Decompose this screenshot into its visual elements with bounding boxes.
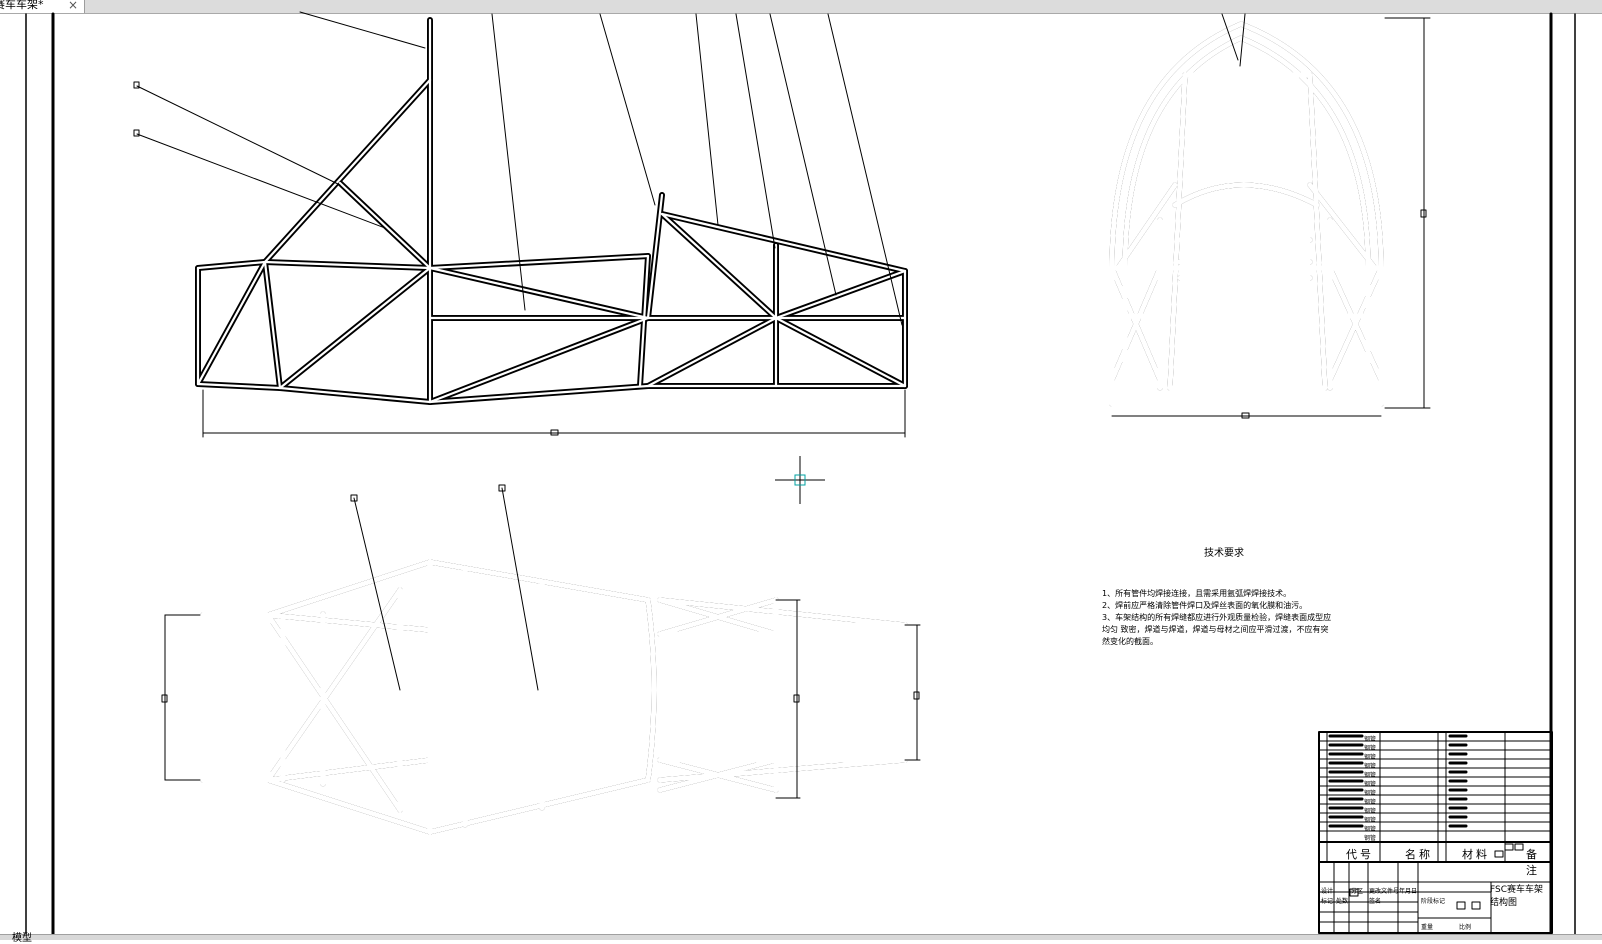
title-block: 代号 名称 材料 备注 FSC赛车车架结构图 钢管 钢管 钢管 钢管 钢管 钢管… (1319, 732, 1552, 933)
title-block-label: 重量 (1421, 924, 1434, 931)
header-remark: 备注 (1526, 848, 1540, 877)
title-block-label: 设计 (1321, 888, 1334, 895)
crosshair-cursor-icon (775, 456, 825, 504)
requirement-item: 1、所有管件均焊接连接，且需采用氩弧焊焊接技术。 (1102, 589, 1292, 598)
parts-row-material: 钢管 (1364, 736, 1377, 743)
requirement-item: 2、焊前应严格清除管件焊口及焊丝表面的氧化膜和油污。 (1102, 601, 1308, 610)
title-block-label: 标记 (1321, 898, 1334, 905)
header-name: 名称 (1405, 848, 1433, 861)
title-block-label: 处数 (1336, 898, 1349, 905)
requirement-item: 然变化的截面。 (1102, 637, 1158, 646)
parts-row-material: 钢管 (1364, 835, 1377, 842)
parts-row-material: 钢管 (1364, 754, 1377, 761)
layout-tab-bar: 模型 (0, 933, 1602, 944)
model-tab[interactable]: 模型 (12, 929, 32, 944)
title-block-label: 阶段标记 (1421, 898, 1446, 905)
technical-requirements-title: 技术要求 (1204, 548, 1244, 559)
parts-row-material: 钢管 (1364, 763, 1377, 770)
header-code: 代号 (1346, 848, 1374, 861)
parts-row-material: 钢管 (1364, 790, 1377, 797)
requirement-item: 均匀 致密，焊道与焊道，焊道与母材之间应平滑过渡，不应有突 (1102, 625, 1329, 634)
parts-row-material: 钢管 (1364, 772, 1377, 779)
parts-row-material: 钢管 (1364, 799, 1377, 806)
parts-row-material: 钢管 (1364, 781, 1377, 788)
side-view (195, 17, 908, 405)
title-block-label: 更改文件号 (1369, 888, 1400, 895)
parts-row-material: 钢管 (1364, 745, 1377, 752)
requirement-item: 3、车架结构的所有焊缝都应进行外观质量检验，焊缝表面成型应 (1102, 613, 1332, 622)
title-block-label: 签名 (1369, 898, 1382, 905)
parts-row-material: 钢管 (1364, 826, 1377, 833)
title-block-label: 分区 (1351, 888, 1364, 895)
parts-row-material: 钢管 (1364, 808, 1377, 815)
title-block-label: 年月日 (1399, 888, 1418, 895)
header-material: 材料 (1462, 848, 1490, 861)
parts-row-material: 钢管 (1364, 817, 1377, 824)
drawing-name: FSC赛车车架结构图 (1490, 885, 1544, 908)
title-block-label: 比例 (1459, 924, 1472, 931)
